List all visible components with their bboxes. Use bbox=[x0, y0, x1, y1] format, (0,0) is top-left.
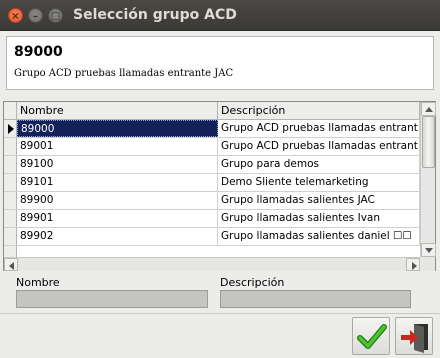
minimize-window-button[interactable]: – bbox=[28, 8, 43, 23]
row-indicator[interactable] bbox=[4, 192, 17, 210]
cell-descripcion[interactable]: Grupo para demos bbox=[218, 156, 420, 173]
nombre-filter-field[interactable] bbox=[16, 290, 208, 308]
table-row[interactable]: 89100 Grupo para demos bbox=[17, 156, 420, 174]
cell-descripcion[interactable]: Grupo llamadas salientes JAC bbox=[218, 192, 420, 209]
table-row[interactable]: 89101 Demo Sliente telemarketing bbox=[17, 174, 420, 192]
row-indicator[interactable] bbox=[4, 210, 17, 228]
current-row-arrow-icon bbox=[8, 124, 14, 134]
maximize-window-button[interactable]: □ bbox=[48, 8, 63, 23]
checkmark-icon bbox=[357, 324, 387, 349]
cell-descripcion[interactable]: Demo Sliente telemarketing bbox=[218, 174, 420, 191]
cell-nombre[interactable]: 89900 bbox=[17, 192, 218, 209]
row-header-column bbox=[4, 120, 17, 257]
cell-descripcion[interactable]: Grupo ACD pruebas llamadas entrant bbox=[218, 120, 420, 137]
table-row[interactable]: 89900 Grupo llamadas salientes JAC bbox=[17, 192, 420, 210]
vertical-scrollbar[interactable] bbox=[420, 102, 436, 257]
scroll-left-arrow-icon bbox=[9, 262, 14, 270]
cell-descripcion[interactable]: Grupo llamadas salientes Ivan bbox=[218, 210, 420, 227]
selected-group-code: 89000 bbox=[14, 44, 63, 60]
cell-nombre[interactable]: 89100 bbox=[17, 156, 218, 173]
vertical-scroll-thumb[interactable] bbox=[422, 116, 435, 168]
scroll-left-button[interactable] bbox=[4, 258, 18, 271]
cell-nombre[interactable]: 89902 bbox=[17, 228, 218, 245]
accept-button[interactable] bbox=[352, 317, 390, 355]
row-indicator[interactable] bbox=[4, 120, 17, 138]
table-row[interactable]: 89000 Grupo ACD pruebas llamadas entrant bbox=[17, 120, 420, 138]
title-bar: × – □ Selección grupo ACD bbox=[0, 0, 440, 31]
cell-nombre[interactable]: 89000 bbox=[17, 120, 218, 137]
row-indicator[interactable] bbox=[4, 174, 17, 192]
scroll-up-arrow-icon bbox=[425, 107, 433, 112]
scroll-down-arrow-icon bbox=[425, 248, 433, 253]
table-row[interactable]: 89901 Grupo llamadas salientes Ivan bbox=[17, 210, 420, 228]
exit-door-icon bbox=[401, 324, 428, 353]
row-indicator[interactable] bbox=[4, 228, 17, 246]
scroll-up-button[interactable] bbox=[421, 102, 436, 116]
descripcion-filter-label: Descripción bbox=[220, 276, 285, 289]
selected-group-info: 89000 Grupo ACD pruebas llamadas entrant… bbox=[6, 36, 434, 90]
cell-descripcion[interactable]: Grupo llamadas salientes daniel ☐☐ bbox=[218, 228, 420, 245]
descripcion-filter-field[interactable] bbox=[220, 290, 411, 308]
scroll-right-arrow-icon bbox=[412, 262, 417, 270]
selected-group-description: Grupo ACD pruebas llamadas entrante JAC bbox=[14, 68, 234, 79]
nombre-filter-label: Nombre bbox=[16, 276, 60, 289]
horizontal-scrollbar[interactable] bbox=[4, 257, 420, 271]
table-row[interactable]: 89902 Grupo llamadas salientes daniel ☐☐ bbox=[17, 228, 420, 246]
cell-nombre[interactable]: 89001 bbox=[17, 138, 218, 155]
close-window-button[interactable]: × bbox=[8, 8, 23, 23]
window-title: Selección grupo ACD bbox=[73, 7, 237, 23]
cell-descripcion[interactable]: Grupo ACD pruebas llamadas entrant bbox=[218, 138, 420, 155]
row-header-corner bbox=[4, 102, 17, 120]
groups-table[interactable]: Nombre Descripción 89000 Grupo ACD prueb… bbox=[3, 101, 436, 271]
column-header-descripcion[interactable]: Descripción bbox=[218, 102, 420, 120]
footer-divider bbox=[0, 313, 440, 314]
scrollbar-corner bbox=[420, 257, 435, 271]
cell-nombre[interactable]: 89901 bbox=[17, 210, 218, 227]
exit-button[interactable] bbox=[395, 317, 433, 355]
scroll-down-button[interactable] bbox=[421, 243, 436, 257]
table-row[interactable]: 89001 Grupo ACD pruebas llamadas entrant bbox=[17, 138, 420, 156]
row-indicator[interactable] bbox=[4, 138, 17, 156]
scroll-right-button[interactable] bbox=[406, 258, 420, 271]
row-indicator[interactable] bbox=[4, 156, 17, 174]
column-header-nombre[interactable]: Nombre bbox=[17, 102, 218, 120]
cell-nombre[interactable]: 89101 bbox=[17, 174, 218, 191]
